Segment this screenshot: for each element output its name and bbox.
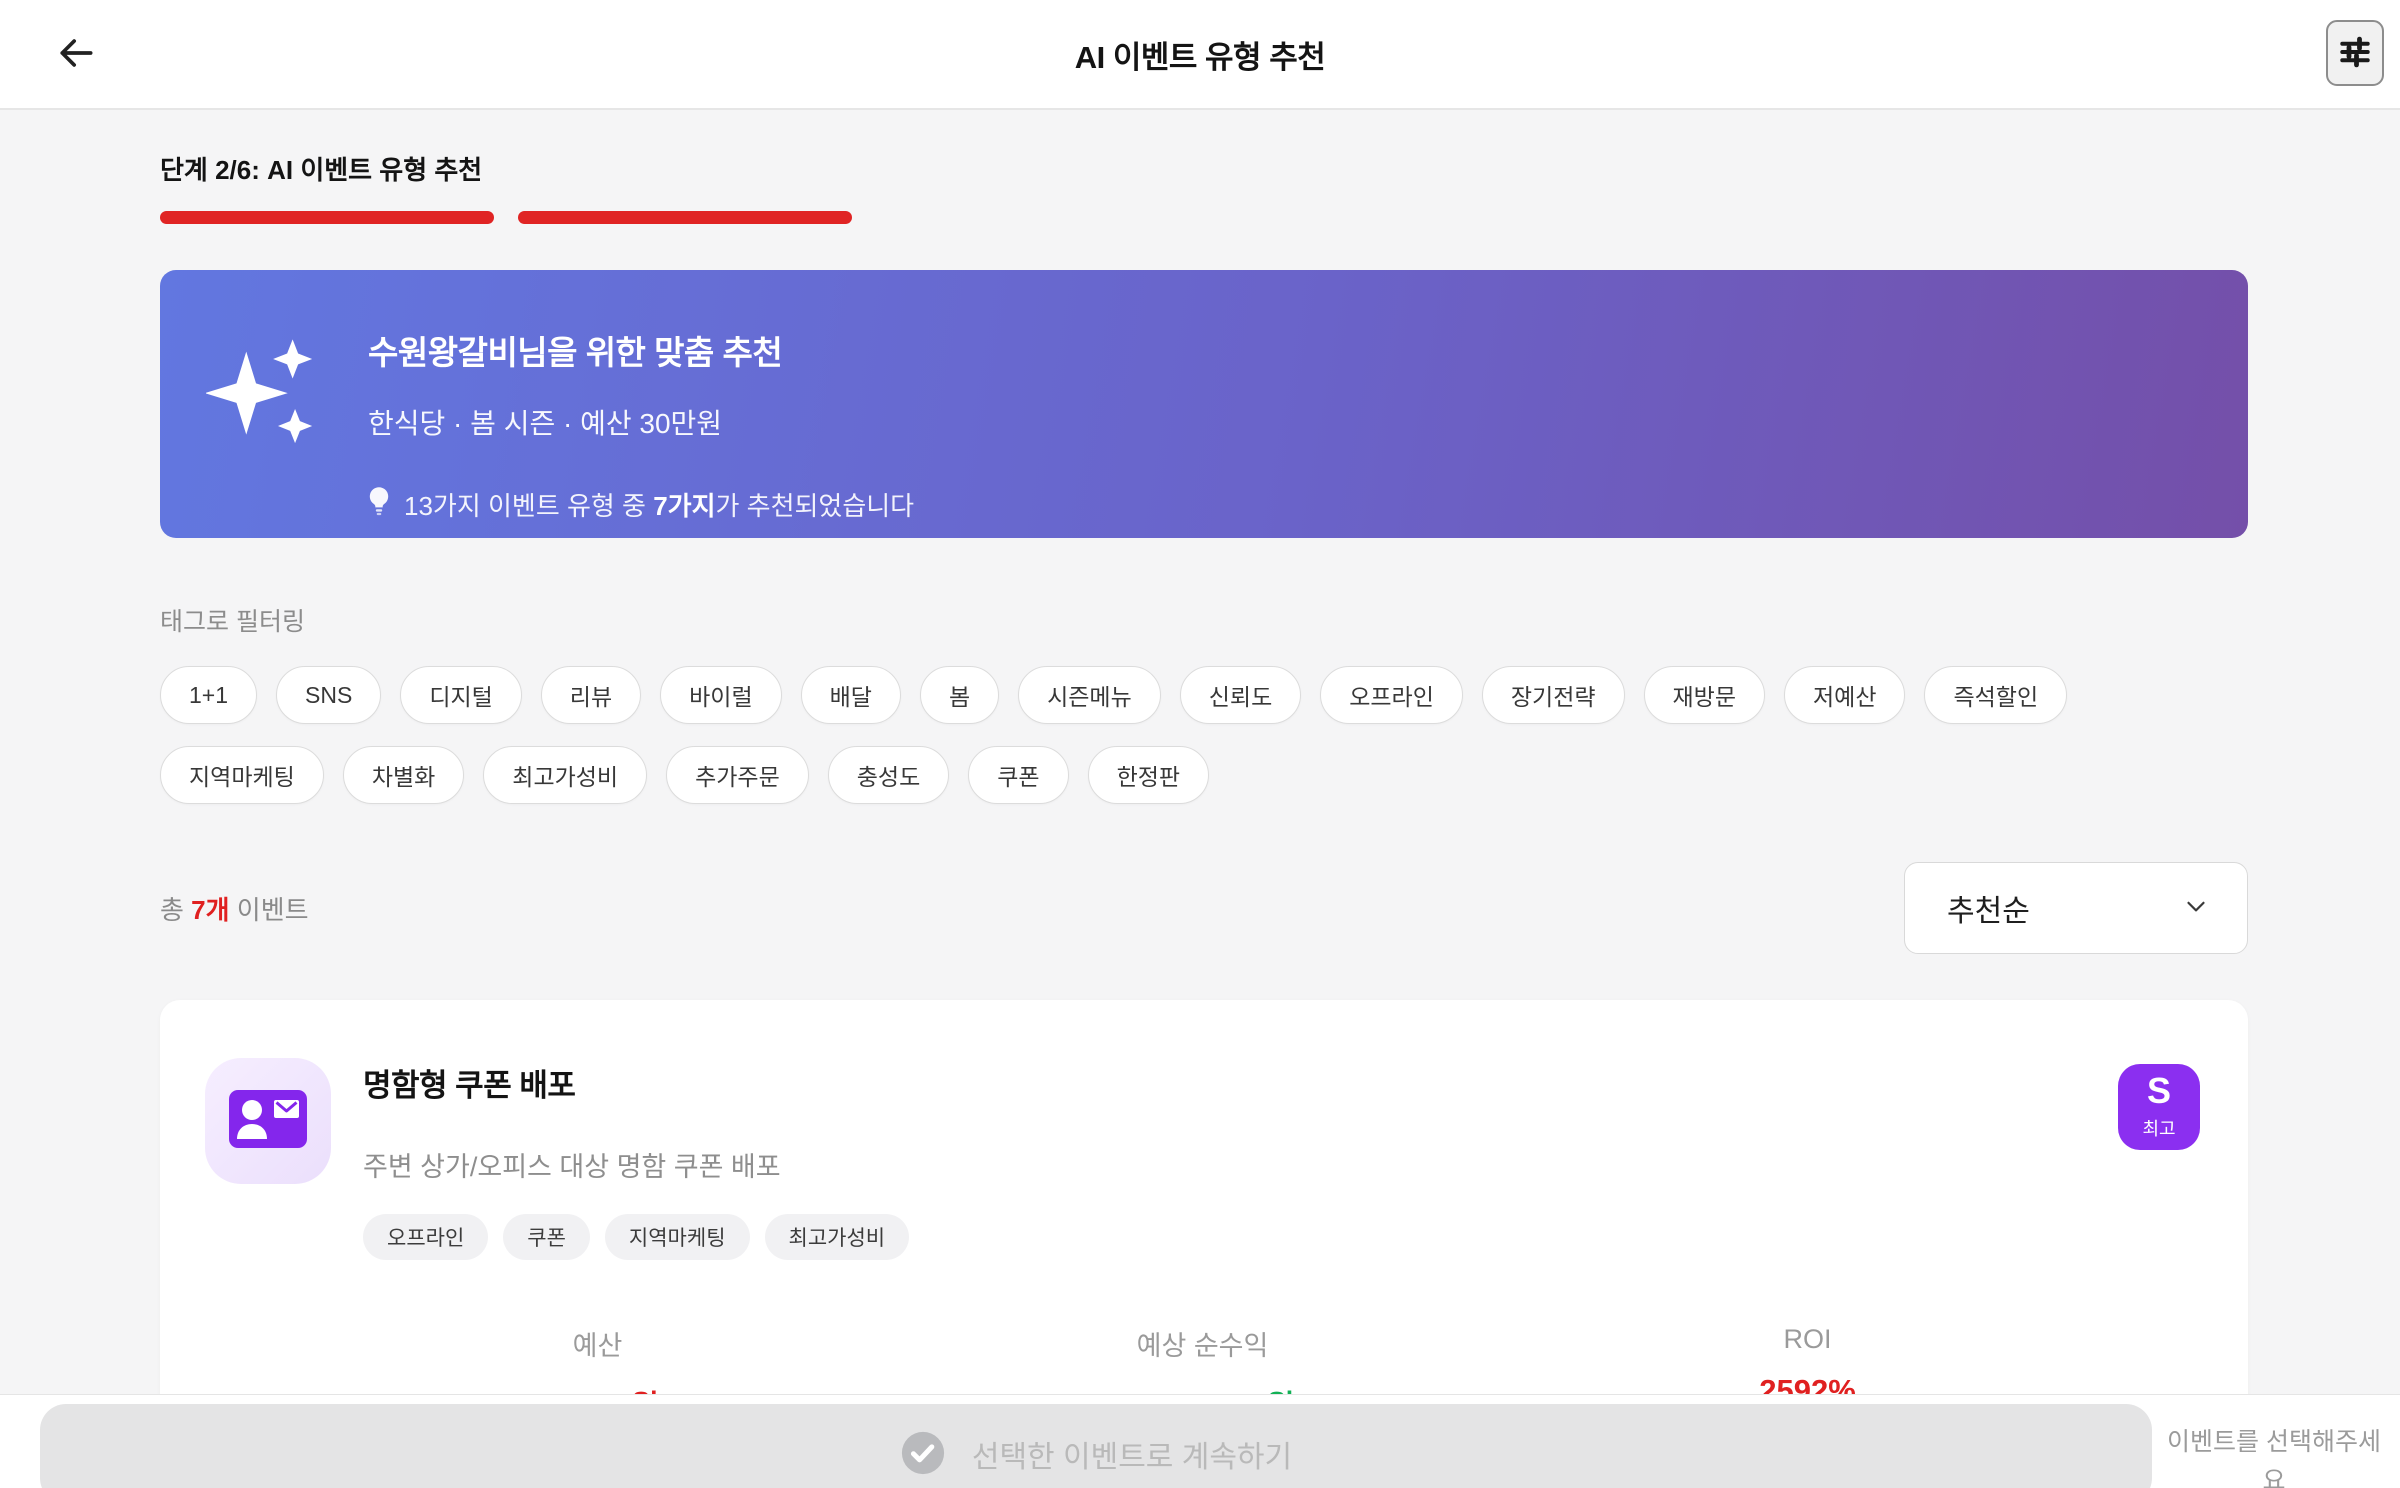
- event-tags: 오프라인 쿠폰 지역마케팅 최고가성비: [363, 1214, 2118, 1260]
- tag-chip[interactable]: 한정판: [1087, 746, 1210, 804]
- app-header: AI 이벤트 유형 추천: [0, 0, 2400, 110]
- event-card-head: 명함형 쿠폰 배포 주변 상가/오피스 대상 명함 쿠폰 배포 오프라인 쿠폰 …: [205, 1058, 2200, 1260]
- check-circle-icon: [900, 1430, 946, 1479]
- banner-subtitle: 한식당 · 봄 시즌 · 예산 30만원: [368, 408, 723, 439]
- lightbulb-icon: [368, 486, 390, 523]
- arrow-left-icon: [54, 31, 98, 78]
- contact-card-icon: [229, 1089, 307, 1153]
- event-title: 명함형 쿠폰 배포: [363, 1068, 576, 1103]
- tag-chip[interactable]: 봄: [919, 666, 1000, 724]
- banner-info-text: 13가지 이벤트 유형 중 7가지가 추천되었습니다: [404, 491, 915, 521]
- progress-segment: [160, 211, 494, 224]
- tag-chip[interactable]: 재방문: [1643, 666, 1765, 724]
- tag-chip[interactable]: 저예산: [1784, 666, 1906, 724]
- step-indicator: 단계 2/6: AI 이벤트 유형 추천: [160, 155, 483, 185]
- tag-chip[interactable]: 바이럴: [660, 666, 782, 724]
- progress-bar: [160, 211, 2248, 224]
- event-tag: 지역마케팅: [604, 1214, 750, 1260]
- event-description: 주변 상가/오피스 대상 명함 쿠폰 배포: [363, 1152, 781, 1182]
- event-type-icon-wrap: [205, 1058, 331, 1184]
- back-button[interactable]: [48, 26, 104, 82]
- tag-chip[interactable]: 1+1: [160, 666, 258, 724]
- progress-segment: [518, 211, 852, 224]
- banner-title: 수원왕갈비님을 위한 맞춤 추천: [368, 334, 783, 371]
- results-toolbar: 총 7개 이벤트 추천순: [160, 862, 2248, 954]
- tag-chip[interactable]: 시즌메뉴: [1018, 666, 1161, 724]
- tag-chip[interactable]: 장기전략: [1481, 666, 1625, 724]
- selection-helper-text: 이벤트를 선택해주세요: [2167, 1428, 2381, 1488]
- tag-chip[interactable]: 배달: [800, 666, 901, 724]
- sort-dropdown-value: 추천순: [1947, 895, 2030, 928]
- tag-chip[interactable]: 신뢰도: [1179, 666, 1302, 724]
- tag-chip[interactable]: 지역마케팅: [160, 746, 324, 804]
- bottom-bar: 선택한 이벤트로 계속하기 이벤트를 선택해주세요: [0, 1394, 2400, 1488]
- grade-badge: S 최고: [2118, 1064, 2200, 1150]
- tag-chip[interactable]: SNS: [276, 666, 382, 724]
- continue-button[interactable]: 선택한 이벤트로 계속하기: [40, 1404, 2152, 1488]
- event-tag: 오프라인: [363, 1214, 489, 1260]
- continue-button-label: 선택한 이벤트로 계속하기: [971, 1441, 1293, 1474]
- sort-dropdown[interactable]: 추천순: [1904, 862, 2248, 954]
- tag-chip[interactable]: 충성도: [827, 746, 950, 804]
- event-card-body: 명함형 쿠폰 배포 주변 상가/오피스 대상 명함 쿠폰 배포 오프라인 쿠폰 …: [363, 1058, 2118, 1260]
- page-title: AI 이벤트 유형 추천: [1074, 39, 1326, 75]
- filter-settings-button[interactable]: [2326, 20, 2384, 86]
- banner-info: 13가지 이벤트 유형 중 7가지가 추천되었습니다: [368, 486, 914, 523]
- tag-chip[interactable]: 최고가성비: [483, 746, 648, 804]
- event-count: 총 7개 이벤트: [160, 894, 309, 925]
- tag-chip[interactable]: 차별화: [342, 746, 465, 804]
- tag-chip[interactable]: 리뷰: [540, 666, 642, 724]
- tag-chip[interactable]: 오프라인: [1320, 666, 1463, 724]
- event-tag: 쿠폰: [503, 1214, 590, 1260]
- chevron-down-icon: [2181, 891, 2211, 926]
- grade-letter: S: [2146, 1070, 2171, 1111]
- event-count-number: 7개: [191, 894, 230, 925]
- tag-filter-label: 태그로 필터링: [160, 608, 305, 636]
- recommendation-banner: 수원왕갈비님을 위한 맞춤 추천 한식당 · 봄 시즌 · 예산 30만원 13…: [160, 270, 2248, 538]
- tag-filter-chips: 1+1 SNS 디지털 리뷰 바이럴 배달 봄 시즌메뉴 신뢰도 오프라인 장기…: [160, 666, 2248, 804]
- banner-text-block: 수원왕갈비님을 위한 맞춤 추천 한식당 · 봄 시즌 · 예산 30만원 13…: [368, 316, 914, 538]
- tag-chip[interactable]: 즉석할인: [1924, 666, 2068, 724]
- tag-chip[interactable]: 추가주문: [666, 746, 809, 804]
- tag-chip[interactable]: 쿠폰: [968, 746, 1069, 804]
- sparkles-icon: [204, 326, 328, 538]
- grade-label: 최고: [2142, 1119, 2176, 1139]
- sliders-icon: [2337, 34, 2373, 73]
- event-tag: 최고가성비: [764, 1214, 910, 1260]
- tag-chip[interactable]: 디지털: [400, 666, 522, 724]
- main-content: 단계 2/6: AI 이벤트 유형 추천 수원왕갈비님을 위한 맞춤 추천 한식…: [0, 150, 2400, 1466]
